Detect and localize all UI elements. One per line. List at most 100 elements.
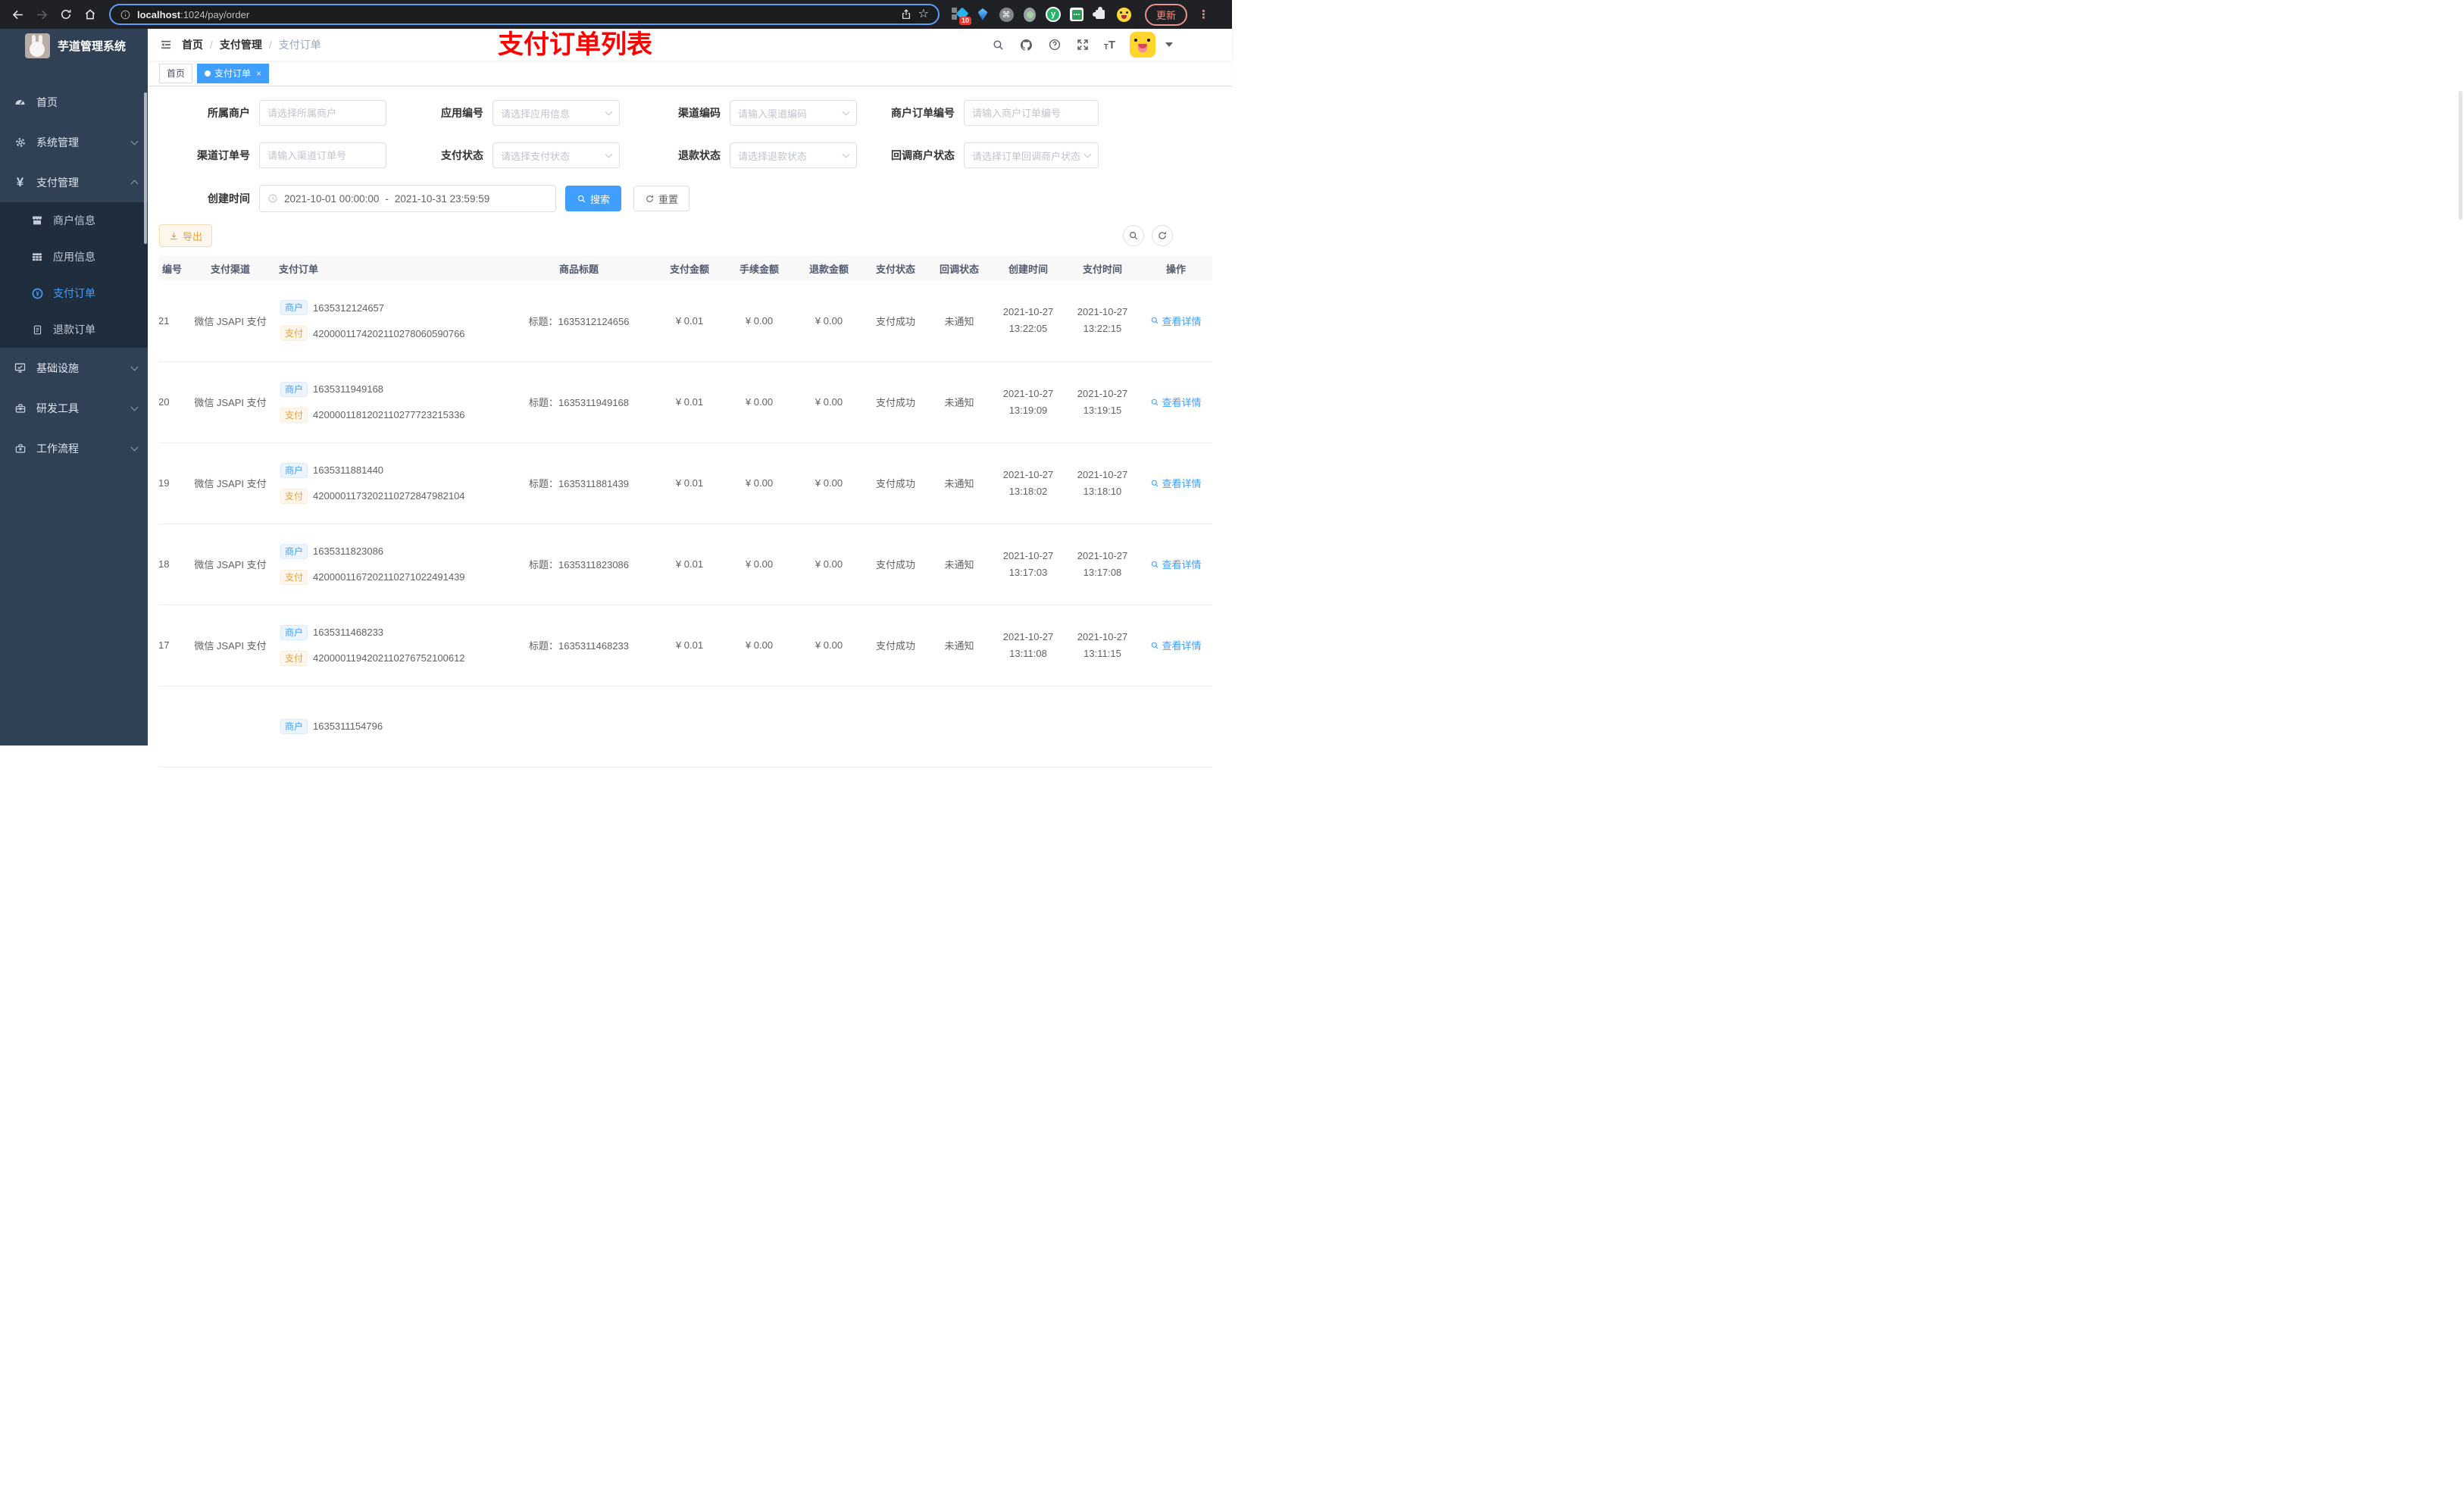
order-row-5: 商户 1635311154796 (159, 686, 1212, 767)
created-time-cell (991, 686, 1065, 767)
font-size-icon[interactable]: TT (1104, 39, 1115, 52)
tab-pay-order[interactable]: 支付订单 × (197, 63, 270, 83)
bookmark-star-icon[interactable]: ☆ (918, 8, 929, 20)
created-time-cell: 2021-10-27 13:11:08 (991, 605, 1065, 686)
chevron-down-icon (842, 150, 850, 158)
sidebar-item-pay-order[interactable]: ¥ 支付订单 (0, 275, 148, 311)
sidebar-item-infra[interactable]: 基础设施 (0, 348, 148, 388)
action-cell: 查看详情 (1140, 605, 1212, 686)
view-detail-link[interactable]: 查看详情 (1150, 557, 1202, 571)
site-info-icon[interactable] (120, 9, 131, 20)
address-bar[interactable]: localhost:1024/pay/order ☆ (109, 4, 940, 25)
sidebar-item-system[interactable]: 系统管理 (0, 122, 148, 162)
pay-amount-cell: ¥ 0.01 (655, 605, 724, 686)
close-tab-icon[interactable]: × (256, 68, 261, 79)
notify-status-cell: 未通知 (927, 442, 991, 524)
show-search-toggle-button[interactable] (1123, 225, 1144, 246)
create-time-range-picker[interactable]: 2021-10-01 00:00:00 - 2021-10-31 23:59:5… (259, 185, 556, 212)
pay-channel-cell: 微信 JSAPI 支付 (185, 280, 276, 362)
sidebar-fold-icon[interactable] (148, 38, 182, 52)
chat-extension-icon[interactable] (1069, 7, 1084, 22)
fullscreen-icon[interactable] (1076, 38, 1090, 52)
y-extension-icon[interactable]: y (1046, 7, 1061, 22)
github-icon[interactable] (1019, 38, 1033, 52)
profile-avatar-icon[interactable] (1116, 7, 1131, 22)
refresh-table-button[interactable] (1152, 225, 1173, 246)
paid-time-cell: 2021-10-27 13:19:15 (1065, 361, 1140, 443)
chevron-up-icon (130, 180, 139, 188)
puzzle-extensions-icon[interactable] (1093, 7, 1108, 22)
action-cell: 查看详情 (1140, 442, 1212, 524)
sidebar-item-merchant-info[interactable]: 商户信息 (0, 202, 148, 239)
monitor-icon (14, 361, 27, 374)
url-text: localhost:1024/pay/order (137, 9, 249, 20)
view-detail-link[interactable]: 查看详情 (1150, 476, 1202, 490)
browser-reload-button[interactable] (56, 5, 76, 24)
product-title-cell (503, 686, 655, 767)
browser-back-button[interactable] (8, 5, 27, 24)
app-id-select[interactable]: 请选择应用信息 (492, 100, 620, 126)
share-icon[interactable] (900, 8, 912, 20)
column-header-10: 支付时间 (1065, 256, 1140, 280)
sidebar-item-refund-order[interactable]: 退款订单 (0, 311, 148, 348)
screener-extension-icon[interactable]: 10 (952, 7, 971, 25)
merchant-input[interactable] (259, 100, 386, 126)
channel-order-no-input[interactable] (259, 142, 386, 168)
pay-status-select[interactable]: 请选择支付状态 (492, 142, 620, 168)
sidebar-item-app-info[interactable]: 应用信息 (0, 239, 148, 275)
order-row-3: 18 微信 JSAPI 支付 商户 1635311823086 支付 4200001167… (159, 524, 1212, 605)
orders-table: 编号 支付渠道 支付订单 商品标题 支付金额 手续金额 退款金额 支付状态 回调状态 创建时间 支付… (159, 256, 1212, 767)
browser-forward-button[interactable] (32, 5, 52, 24)
export-button[interactable]: 导出 (159, 224, 213, 247)
reset-button[interactable]: 重置 (633, 186, 690, 211)
gem-extension-icon[interactable] (975, 7, 990, 22)
pay-status-cell: 支付成功 (864, 361, 927, 443)
search-icon[interactable] (992, 39, 1005, 52)
column-header-0: 编号 (159, 256, 185, 280)
merchant-order-no: 1635311949168 (313, 383, 384, 395)
paid-time-cell (1065, 686, 1140, 767)
channel-code-select[interactable]: 请输入渠道编码 (730, 100, 857, 126)
view-detail-link[interactable]: 查看详情 (1150, 395, 1202, 409)
pay-order-no: 4200001167202110271022491439 (313, 571, 465, 583)
recorder-extension-icon[interactable] (1022, 7, 1037, 22)
browser-menu-icon[interactable]: ⋮ (1198, 8, 1209, 21)
sidebar-item-workflow[interactable]: 工作流程 (0, 428, 148, 468)
created-time-cell: 2021-10-27 13:22:05 (991, 280, 1065, 362)
pay-status-cell: 支付成功 (864, 442, 927, 524)
sidebar-item-dev-tools[interactable]: 研发工具 (0, 388, 148, 428)
sidebar-scrollbar[interactable] (144, 92, 147, 244)
created-time-cell: 2021-10-27 13:19:09 (991, 361, 1065, 443)
avatar-caret-icon[interactable] (1165, 42, 1173, 47)
refund-status-label: 退款状态 (678, 149, 721, 161)
app-logo[interactable]: 芋道管理系统 (0, 29, 148, 62)
dashboard-icon (14, 95, 27, 108)
search-button[interactable]: 搜索 (565, 186, 622, 211)
refund-status-select[interactable]: 请选择退款状态 (730, 142, 857, 168)
user-avatar[interactable] (1130, 32, 1155, 58)
fee-amount-cell: ¥ 0.00 (724, 442, 794, 524)
command-extension-icon[interactable]: ⌘ (999, 7, 1014, 22)
breadcrumb-payment[interactable]: 支付管理 (220, 37, 262, 52)
extension-badge: 10 (958, 17, 971, 25)
browser-update-button[interactable]: 更新 (1145, 3, 1188, 26)
merchant-order-no-input[interactable] (964, 100, 1099, 126)
breadcrumb-home[interactable]: 首页 (182, 37, 203, 52)
sidebar-item-home[interactable]: 首页 (0, 82, 148, 122)
order-id-cell: 20 (159, 361, 185, 443)
view-detail-link[interactable]: 查看详情 (1150, 314, 1202, 328)
date-end-value: 2021-10-31 23:59:59 (394, 192, 490, 205)
paid-time-cell: 2021-10-27 13:18:10 (1065, 442, 1140, 524)
browser-home-button[interactable] (80, 5, 100, 24)
help-icon[interactable] (1048, 38, 1062, 52)
pay-status-cell: 支付成功 (864, 605, 927, 686)
browser-chrome: localhost:1024/pay/order ☆ 10 ⌘ y 更新 ⋮ (0, 0, 1232, 29)
main-area: 首页 / 支付管理 / 支付订单 支付订单列表 TT 首页 支付订单 × 所属商… (148, 29, 1232, 767)
fee-amount-cell (724, 686, 794, 767)
product-title-cell: 标题：1635311823086 (503, 524, 655, 605)
sidebar-item-payment[interactable]: ¥ 支付管理 (0, 162, 148, 202)
view-detail-link[interactable]: 查看详情 (1150, 638, 1202, 652)
notify-status-select[interactable]: 请选择订单回调商户状态 (964, 142, 1099, 168)
tab-home[interactable]: 首页 (159, 63, 193, 83)
page-scrollbar[interactable] (2459, 91, 2462, 220)
